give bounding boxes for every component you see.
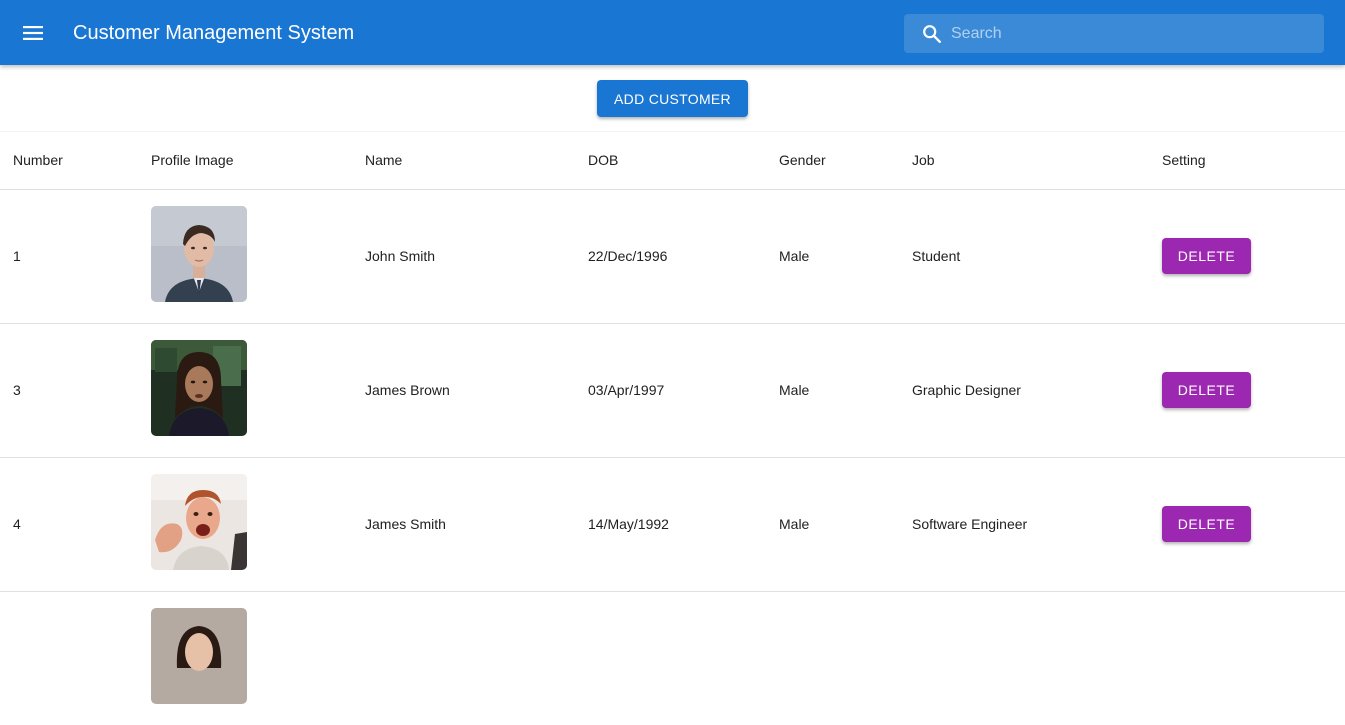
delete-button[interactable]: DELETE: [1162, 238, 1251, 274]
table-header-row: Number Profile Image Name DOB Gender Job…: [0, 132, 1345, 190]
header-profile-image: Profile Image: [151, 152, 234, 168]
header-number: Number: [13, 152, 63, 168]
header-setting: Setting: [1162, 152, 1206, 168]
customer-table: Number Profile Image Name DOB Gender Job…: [0, 131, 1345, 725]
avatar: [151, 608, 247, 704]
header-dob: DOB: [588, 152, 619, 168]
delete-button[interactable]: DELETE: [1162, 506, 1251, 542]
cell-job: Graphic Designer: [912, 382, 1021, 398]
avatar: [151, 474, 247, 570]
cell-gender: Male: [779, 248, 810, 264]
table-row: 1 John Smith 22/Dec/1996 Male Student DE…: [0, 190, 1345, 324]
cell-number: 3: [13, 382, 21, 398]
table-row: 4 James Smith 14/May/1992 Male Software …: [0, 458, 1345, 592]
table-row: 3 James Brown 03/Apr/1997 Male Graphic D…: [0, 324, 1345, 458]
cell-dob: 22/Dec/1996: [588, 248, 668, 264]
cell-name: James Brown: [365, 382, 450, 398]
header-gender: Gender: [779, 152, 826, 168]
app-title: Customer Management System: [73, 22, 355, 44]
avatar: [151, 206, 247, 302]
cell-job: Software Engineer: [912, 516, 1028, 532]
menu-icon: [23, 26, 43, 40]
header-job: Job: [912, 152, 935, 168]
cell-dob: 03/Apr/1997: [588, 382, 665, 398]
cell-number: 4: [13, 516, 21, 532]
search-input[interactable]: [951, 14, 1311, 53]
cell-gender: Male: [779, 516, 810, 532]
cell-name: James Smith: [365, 516, 446, 532]
cell-number: 1: [13, 248, 21, 264]
cell-dob: 14/May/1992: [588, 516, 669, 532]
search-icon: [923, 25, 941, 43]
cell-name: John Smith: [365, 248, 436, 264]
header-name: Name: [365, 152, 403, 168]
search-box[interactable]: [904, 14, 1324, 53]
cell-gender: Male: [779, 382, 810, 398]
cell-job: Student: [912, 248, 961, 264]
avatar: [151, 340, 247, 436]
app-bar: Customer Management System: [0, 0, 1345, 65]
add-customer-button[interactable]: ADD CUSTOMER: [597, 80, 748, 117]
menu-button[interactable]: [14, 14, 52, 52]
table-row: [0, 592, 1345, 725]
delete-button[interactable]: DELETE: [1162, 372, 1251, 408]
